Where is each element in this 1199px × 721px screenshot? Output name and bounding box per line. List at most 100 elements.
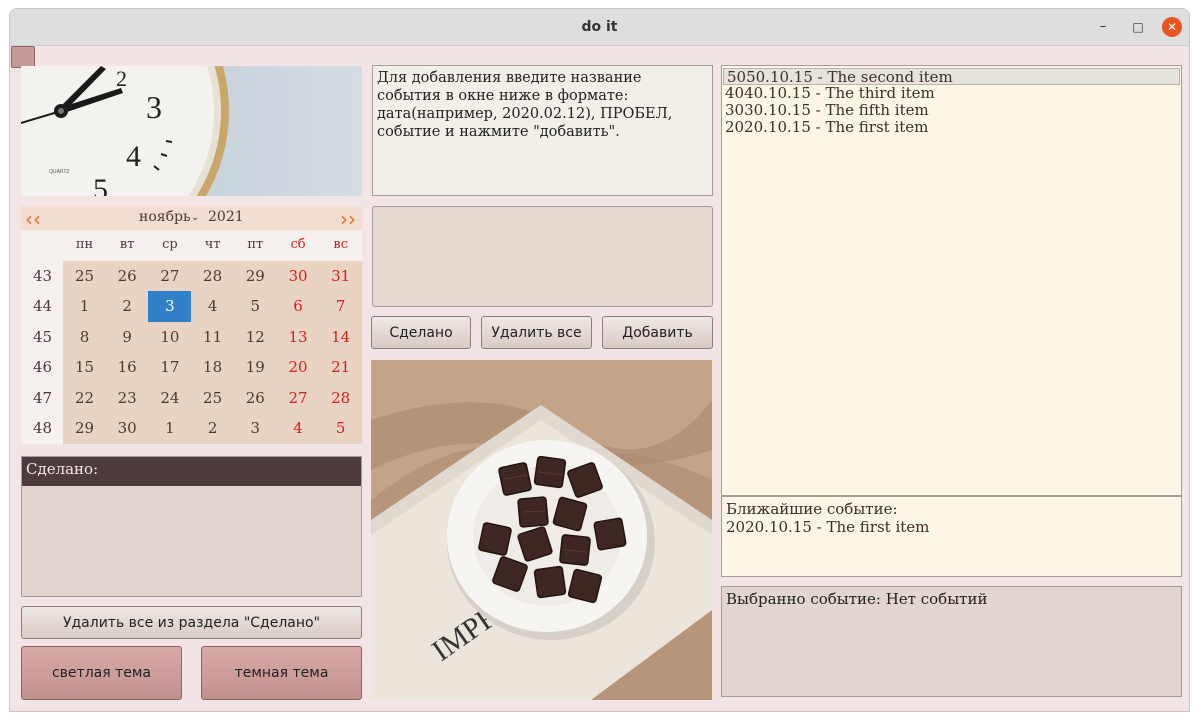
calendar-grid: пн вт ср чт пт сб вс 43 25 26 27 28 29 30 31 44 1 2 3 4 5 6 7 4… <box>21 230 363 446</box>
title-bar: do it – □ ✕ <box>10 9 1189 46</box>
calendar-day[interactable]: 26 <box>233 382 277 413</box>
day-of-week-header: пт <box>233 230 277 261</box>
calendar-day[interactable]: 29 <box>63 413 106 444</box>
calendar-day[interactable]: 14 <box>319 321 363 352</box>
done-panel-header: Сделано: <box>22 457 361 486</box>
year-selector[interactable]: 2021 <box>208 209 244 225</box>
week-number: 46 <box>21 352 64 383</box>
day-of-week-header: сб <box>276 230 320 261</box>
day-of-week-header: ср <box>148 230 192 261</box>
instructions-box: Для добавления введите название события … <box>372 65 713 196</box>
svg-text:QUARTZ: QUARTZ <box>49 169 69 175</box>
list-item[interactable]: 2020.10.15 - The first item <box>722 119 1181 136</box>
selected-event-panel: Выбранно событие: Нет событий <box>721 586 1182 697</box>
calendar-day[interactable]: 24 <box>148 382 192 413</box>
light-theme-button[interactable]: светлая тема <box>21 646 182 700</box>
chocolate-image: IMPR <box>371 360 712 700</box>
day-of-week-header: чт <box>191 230 235 261</box>
week-number: 44 <box>21 291 64 322</box>
calendar-day[interactable]: 2 <box>105 291 149 322</box>
calendar-header: ‹‹ ноябрь ⌄ 2021 ›› <box>21 206 362 231</box>
calendar-day[interactable]: 11 <box>191 321 235 352</box>
delete-all-button[interactable]: Удалить все <box>481 316 592 349</box>
week-number: 47 <box>21 382 64 413</box>
calendar-day[interactable]: 2 <box>191 413 235 444</box>
instructions-text: Для добавления введите название события … <box>377 70 673 140</box>
menu-button[interactable] <box>11 46 35 68</box>
list-item[interactable]: 5050.10.15 - The second item <box>723 68 1180 86</box>
minimize-icon[interactable]: – <box>1093 17 1113 37</box>
done-header-label: Сделано: <box>26 460 99 478</box>
delete-done-button[interactable]: Удалить все из раздела "Сделано" <box>21 606 362 639</box>
calendar-day[interactable]: 23 <box>105 382 149 413</box>
day-of-week-header: вс <box>319 230 363 261</box>
clock-image: 3 4 5 2 QUARTZ <box>21 66 362 196</box>
calendar-day-selected[interactable]: 3 <box>148 291 192 322</box>
calendar-day[interactable]: 27 <box>148 260 192 291</box>
calendar-day[interactable]: 25 <box>63 260 106 291</box>
list-item[interactable]: 4040.10.15 - The third item <box>722 85 1181 102</box>
calendar-day[interactable]: 25 <box>191 382 235 413</box>
calendar-day[interactable]: 19 <box>233 352 277 383</box>
calendar-day[interactable]: 3 <box>233 413 277 444</box>
svg-text:2: 2 <box>116 66 127 91</box>
selected-event-label: Выбранно событие: Нет событий <box>726 590 988 608</box>
calendar-day[interactable]: 8 <box>63 321 106 352</box>
week-number: 45 <box>21 321 64 352</box>
week-number-header <box>21 230 64 261</box>
calendar-day[interactable]: 1 <box>63 291 106 322</box>
done-button[interactable]: Сделано <box>371 316 471 349</box>
calendar-day[interactable]: 7 <box>319 291 363 322</box>
calendar-day[interactable]: 12 <box>233 321 277 352</box>
list-item[interactable]: 3030.10.15 - The fifth item <box>722 102 1181 119</box>
calendar-day[interactable]: 6 <box>276 291 320 322</box>
calendar-day[interactable]: 28 <box>191 260 235 291</box>
calendar-day[interactable]: 26 <box>105 260 149 291</box>
svg-text:4: 4 <box>126 140 141 173</box>
calendar-day[interactable]: 10 <box>148 321 192 352</box>
close-icon[interactable]: ✕ <box>1162 17 1182 37</box>
calendar-day[interactable]: 16 <box>105 352 149 383</box>
day-of-week-header: пн <box>63 230 106 261</box>
svg-text:5: 5 <box>93 173 108 196</box>
calendar-day[interactable]: 28 <box>319 382 363 413</box>
calendar-day[interactable]: 9 <box>105 321 149 352</box>
calendar-day[interactable]: 21 <box>319 352 363 383</box>
dark-theme-button[interactable]: темная тема <box>201 646 362 700</box>
nearest-value: 2020.10.15 - The first item <box>726 518 930 536</box>
week-number: 48 <box>21 413 64 444</box>
calendar-day[interactable]: 27 <box>276 382 320 413</box>
calendar-day[interactable]: 1 <box>148 413 192 444</box>
calendar-day[interactable]: 20 <box>276 352 320 383</box>
calendar-day[interactable]: 5 <box>319 413 363 444</box>
calendar-day[interactable]: 30 <box>276 260 320 291</box>
add-button[interactable]: Добавить <box>602 316 713 349</box>
svg-text:3: 3 <box>146 89 162 125</box>
window-title: do it <box>581 19 618 35</box>
nearest-label: Ближайшие событие: <box>726 500 898 518</box>
chevron-down-icon[interactable]: ⌄ <box>191 212 199 223</box>
week-number: 43 <box>21 260 64 291</box>
event-list-items: 5050.10.15 - The second item 4040.10.15 -… <box>722 68 1181 136</box>
calendar-day[interactable]: 15 <box>63 352 106 383</box>
app-window: do it – □ ✕ 3 4 5 2 QUARTZ ‹‹ ноябрь ⌄ 2… <box>9 8 1190 712</box>
nearest-event-panel: Ближайшие событие: 2020.10.15 - The firs… <box>721 496 1182 577</box>
calendar-day[interactable]: 17 <box>148 352 192 383</box>
event-list[interactable]: 5050.10.15 - The second item 4040.10.15 -… <box>721 65 1182 496</box>
event-input[interactable] <box>372 206 713 307</box>
calendar-day[interactable]: 4 <box>191 291 235 322</box>
calendar-day[interactable]: 29 <box>233 260 277 291</box>
calendar-day[interactable]: 4 <box>276 413 320 444</box>
calendar-day[interactable]: 18 <box>191 352 235 383</box>
calendar-day[interactable]: 22 <box>63 382 106 413</box>
calendar-day[interactable]: 13 <box>276 321 320 352</box>
calendar-day[interactable]: 31 <box>319 260 363 291</box>
done-panel: Сделано: <box>21 456 362 597</box>
maximize-icon[interactable]: □ <box>1128 17 1148 37</box>
prev-month-icon[interactable]: ‹‹ <box>25 207 41 231</box>
calendar-day[interactable]: 30 <box>105 413 149 444</box>
day-of-week-header: вт <box>105 230 149 261</box>
calendar-day[interactable]: 5 <box>233 291 277 322</box>
next-month-icon[interactable]: ›› <box>340 207 356 231</box>
month-selector[interactable]: ноябрь <box>139 209 191 225</box>
